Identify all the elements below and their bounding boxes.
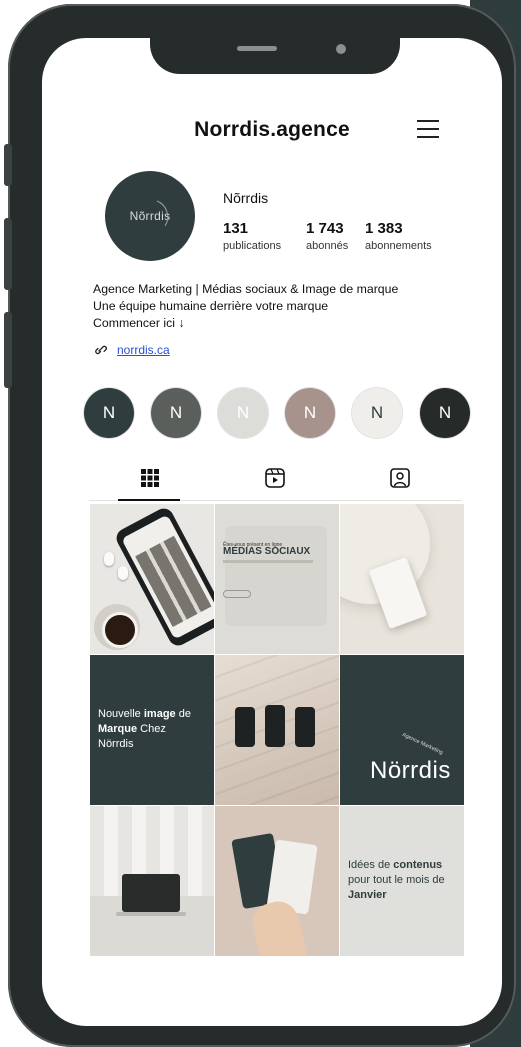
post-1[interactable] [90,504,214,654]
post-4-line-2: Marque Chez [98,723,166,735]
notch [150,38,400,74]
post-5[interactable] [215,655,339,805]
phone-mockup-1 [235,707,255,747]
laptop-base [116,912,186,916]
coffee-cup [102,612,138,648]
bio-line-2: Une équipe humaine derrière votre marque [93,299,329,313]
stat-posts-value: 131 [223,220,249,237]
mute-switch [4,144,12,186]
volume-down-button [4,312,12,388]
grid-icon[interactable] [138,466,162,490]
post-7[interactable] [90,806,214,956]
post-2[interactable]: Êtes-vous présent en ligne MÉDIAS SOCIAU… [215,504,339,654]
stat-followers-value: 1 743 [306,220,344,237]
profile-bio: Agence Marketing | Médias sociaux & Imag… [93,281,483,332]
story-highlight-5[interactable]: N [352,388,402,438]
tab-active-indicator [118,499,180,501]
profile-link-text[interactable]: norrdis.ca [117,343,170,357]
post-4-line-3: Nörrdis [98,738,134,750]
bio-line-3: Commencer ici ↓ [93,316,185,330]
highlight-letter: N [169,403,183,422]
post-2-title: MÉDIAS SOCIAUX [223,546,311,557]
stat-posts-label: publications [223,240,282,252]
menu-icon[interactable] [417,120,439,138]
highlight-letter: N [303,403,317,422]
post-3[interactable] [340,504,464,654]
post-8[interactable] [215,806,339,956]
stat-posts[interactable]: 131 publications [223,220,281,252]
post-4-line-1: Nouvelle image de [98,708,191,720]
tagged-icon[interactable] [388,466,412,490]
phone-mockup-3 [295,707,315,747]
reels-icon[interactable] [263,466,287,490]
post-9-line-1: Idées de contenus [348,859,443,871]
avatar[interactable]: Nõrrdis [105,171,195,261]
phone-frame: Norrdis.agence Nõrrdis Nõrrdis 131 publi… [4,4,516,1047]
camera [336,44,346,54]
posts-grid: Êtes-vous présent en ligne MÉDIAS SOCIAU… [90,504,464,956]
post-9-line-3: Janvier [348,889,387,901]
link-icon [95,345,107,355]
volume-up-button [4,218,12,290]
post-4[interactable]: Nouvelle image de Marque Chez Nörrdis [90,655,214,805]
stat-following[interactable]: 1 383 abonnements [365,220,432,252]
story-highlight-3[interactable]: N [218,388,268,438]
stat-following-value: 1 383 [365,220,403,237]
story-highlight-4[interactable]: N [285,388,335,438]
phone-mockup-2 [265,705,285,747]
earbud-2 [118,566,128,580]
stat-followers[interactable]: 1 743 abonnés [306,220,348,252]
story-highlight-6[interactable]: N [420,388,470,438]
laptop-screen [122,874,180,912]
stat-followers-label: abonnés [306,240,349,252]
highlight-letter: N [236,403,250,422]
profile-display-name: Nõrrdis [223,190,269,206]
earbud-1 [104,552,114,566]
post-9[interactable]: Idées de contenus pour tout le mois de J… [340,806,464,956]
stat-following-label: abonnements [365,240,432,252]
post-9-line-2: pour tout le mois de [348,874,445,886]
story-highlight-1[interactable]: N [84,388,134,438]
post-6-logo: Nörrdis [370,757,451,784]
avatar-arc [156,200,169,227]
highlight-letter: N [438,403,452,422]
speaker [237,46,277,51]
phone-screen: Norrdis.agence Nõrrdis Nõrrdis 131 publi… [42,38,502,1026]
highlight-letter: N [102,403,116,422]
post-6-arc-text: Agence Marketing [401,731,444,757]
bio-line-1: Agence Marketing | Médias sociaux & Imag… [93,282,399,296]
post-6[interactable]: Nörrdis Agence Marketing [340,655,464,805]
profile-link[interactable]: norrdis.ca [93,343,170,357]
highlight-letter: N [370,403,384,422]
story-highlight-2[interactable]: N [151,388,201,438]
